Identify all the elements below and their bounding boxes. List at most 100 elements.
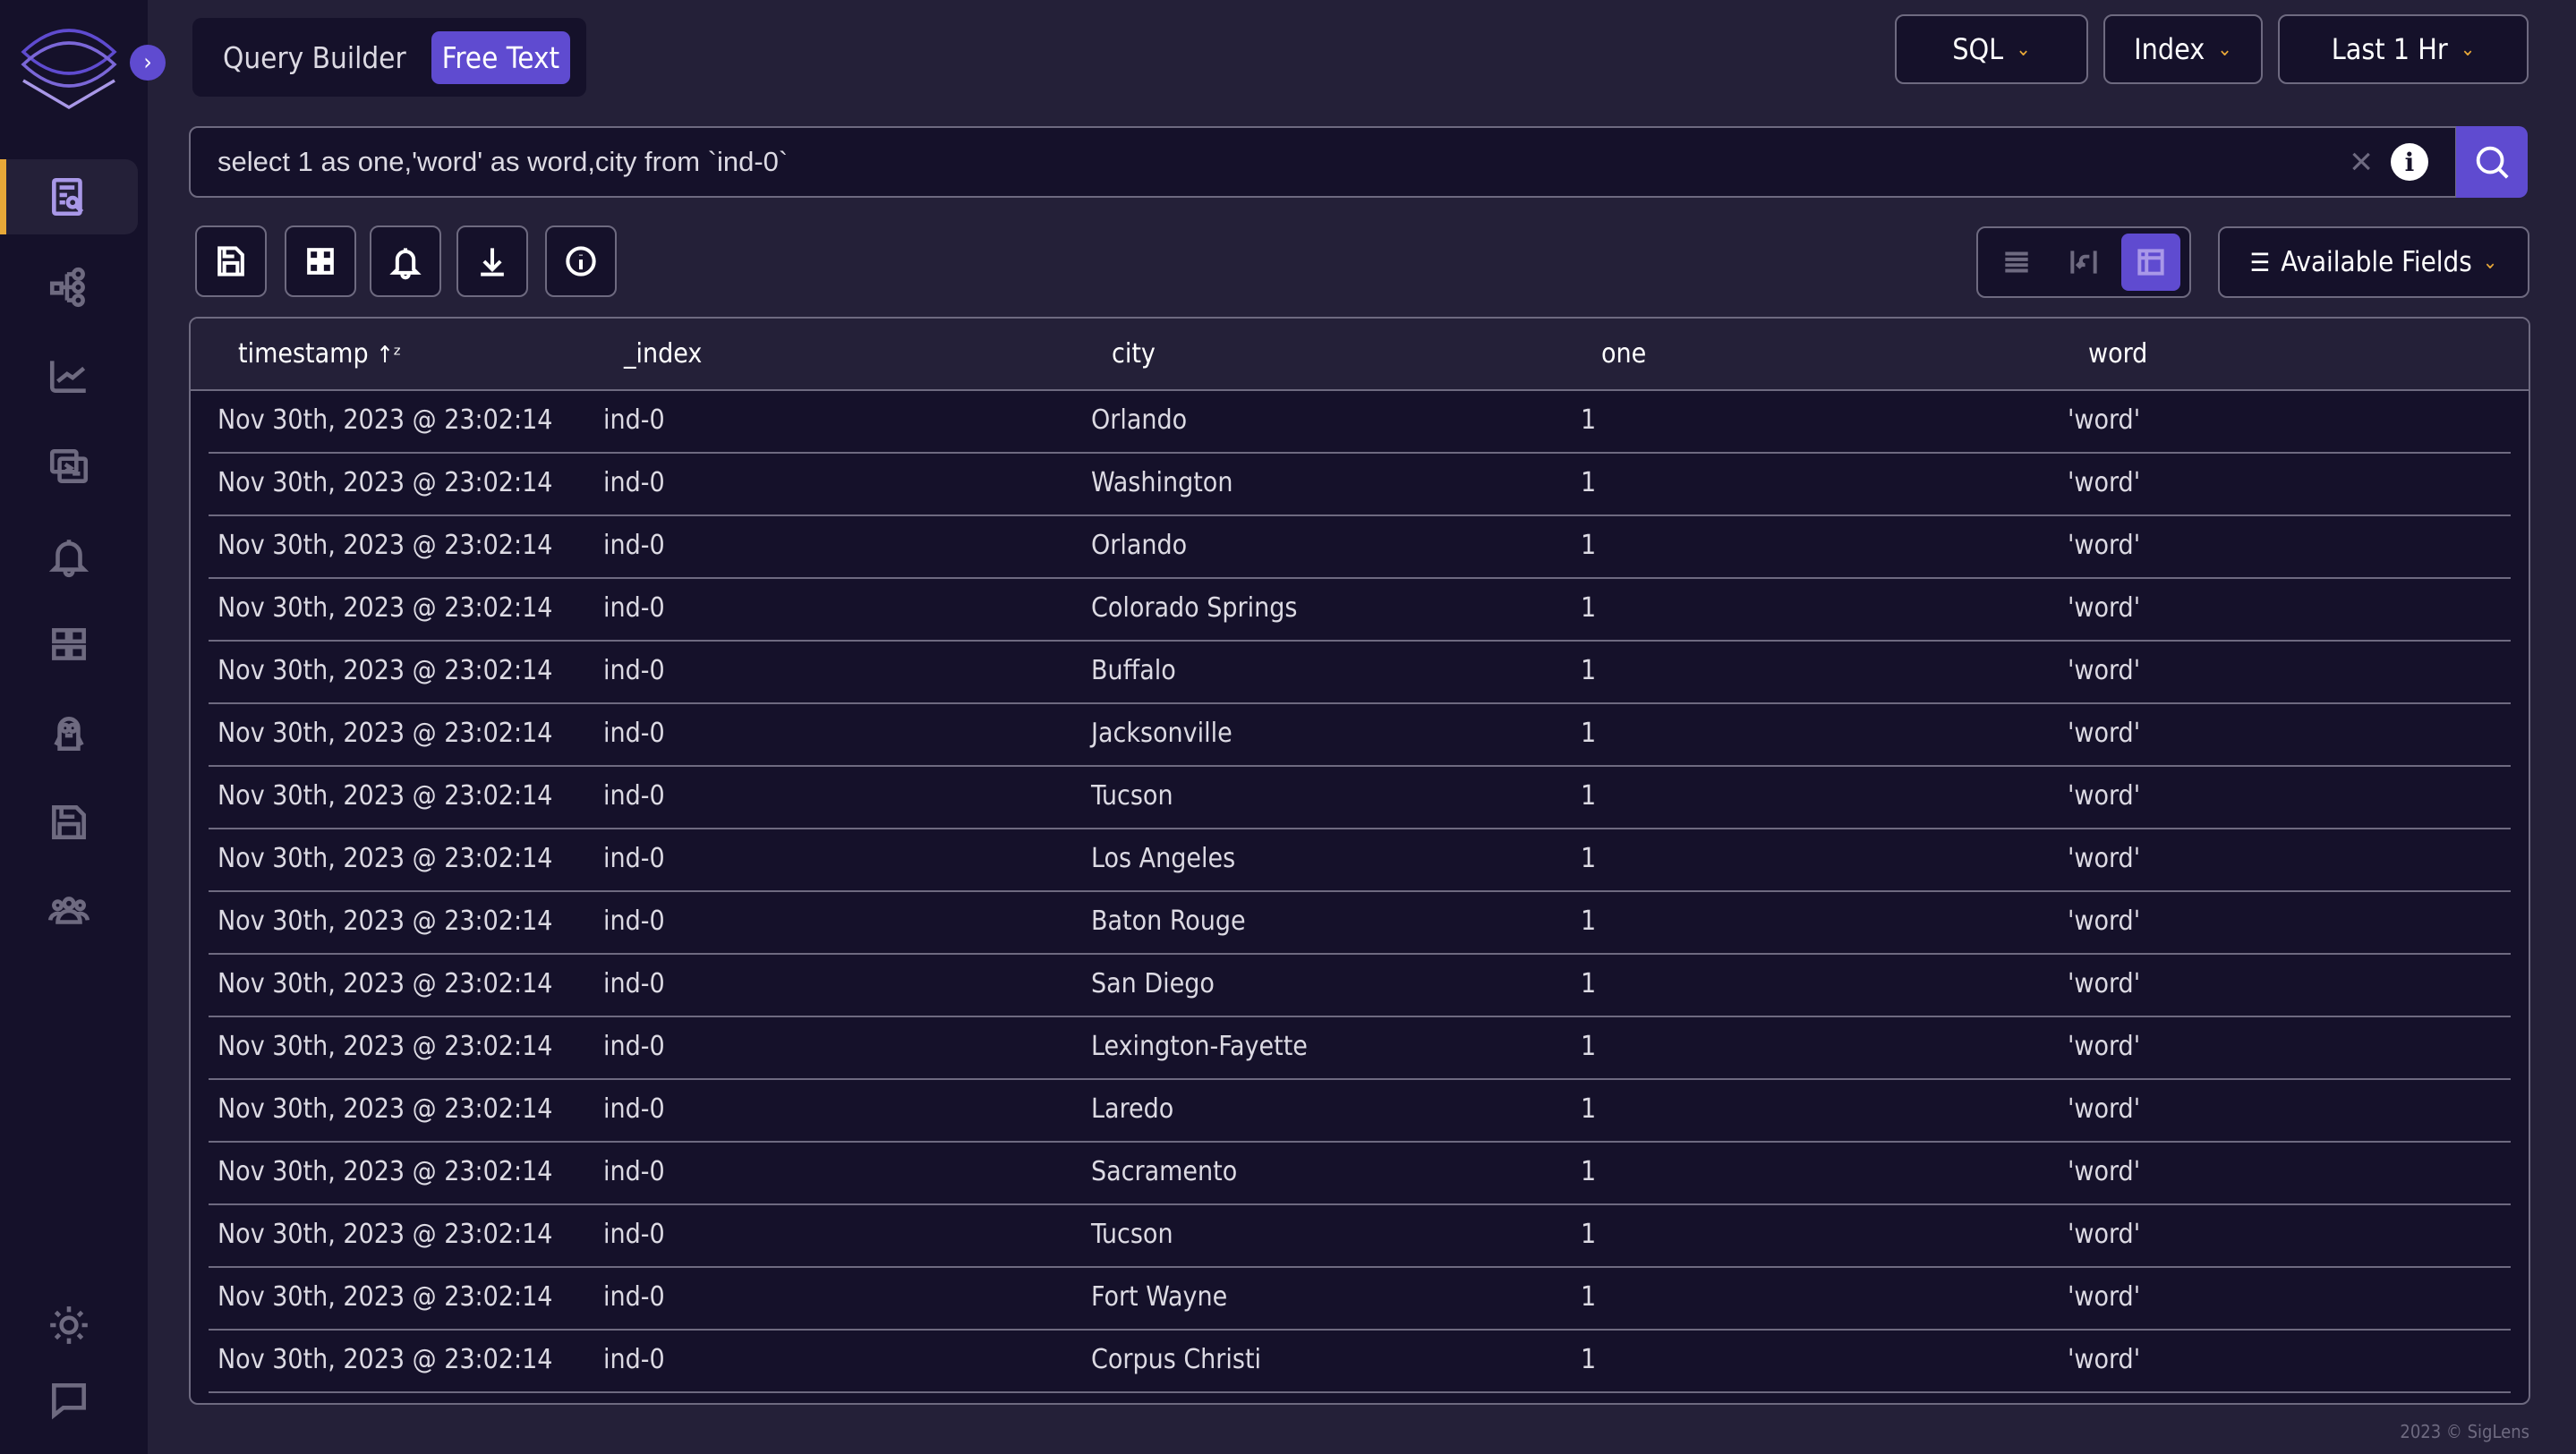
table-row[interactable]: Nov 30th, 2023 @ 23:02:14 ind-0 Jacksonvil… xyxy=(209,704,2511,767)
save-query-button[interactable] xyxy=(195,225,267,297)
single-line-view-button[interactable] xyxy=(1987,234,2046,291)
table-row[interactable]: Nov 30th, 2023 @ 23:02:14 ind-0 Orlando 1 'w… xyxy=(209,516,2511,579)
cell-one: 1 xyxy=(1581,655,1597,686)
table-row[interactable]: Nov 30th, 2023 @ 23:02:14 ind-0 Laredo 1 'wo… xyxy=(209,1080,2511,1143)
cell-timestamp: Nov 30th, 2023 @ 23:02:14 xyxy=(218,592,553,624)
cell-one: 1 xyxy=(1581,1031,1597,1062)
cell-city: Washington xyxy=(1091,467,1233,498)
sort-icon[interactable]: ↑ᶻ xyxy=(376,342,401,369)
table-header: timestamp ↑ᶻ _index city one word xyxy=(191,319,2529,391)
sidebar-item-live-tail[interactable] xyxy=(0,429,138,504)
table-row[interactable]: Nov 30th, 2023 @ 23:02:14 ind-0 Los Angele… xyxy=(209,829,2511,892)
cell-timestamp: Nov 30th, 2023 @ 23:02:14 xyxy=(218,1219,553,1250)
theme-toggle[interactable] xyxy=(0,1288,138,1363)
grid-icon xyxy=(307,248,334,275)
table-row[interactable]: Nov 30th, 2023 @ 23:02:14 ind-0 Lexington-… xyxy=(209,1017,2511,1080)
query-input[interactable]: select 1 as one,'word' as word,city from… xyxy=(189,126,2457,198)
expand-sidebar-button[interactable]: › xyxy=(130,45,166,81)
available-fields-dropdown[interactable]: ☰ Available Fields ⌄ xyxy=(2218,226,2529,298)
table-row[interactable]: Nov 30th, 2023 @ 23:02:14 ind-0 Washington… xyxy=(209,454,2511,516)
column-header-timestamp[interactable]: timestamp ↑ᶻ xyxy=(238,338,401,370)
index-dropdown[interactable]: Index ⌄ xyxy=(2103,14,2263,84)
cell-word: 'word' xyxy=(2068,1156,2141,1187)
siglens-logo[interactable] xyxy=(20,27,118,112)
sidebar-item-alerts[interactable] xyxy=(0,519,138,594)
chat-button[interactable] xyxy=(0,1363,138,1438)
table-row[interactable]: Nov 30th, 2023 @ 23:02:14 ind-0 Buffalo 1 'w… xyxy=(209,642,2511,704)
sidebar-item-service-graph[interactable] xyxy=(0,250,138,325)
wrap-icon xyxy=(2070,251,2097,274)
chevron-down-icon: ⌄ xyxy=(2217,38,2232,61)
cell-index: ind-0 xyxy=(603,1031,665,1062)
bell-icon xyxy=(48,540,90,578)
info-icon[interactable]: i xyxy=(2391,143,2428,181)
column-header-city[interactable]: city xyxy=(1112,338,1156,370)
search-icon xyxy=(2476,146,2509,179)
cell-city: Tucson xyxy=(1091,780,1173,812)
cell-timestamp: Nov 30th, 2023 @ 23:02:14 xyxy=(218,530,553,561)
download-button[interactable] xyxy=(456,225,528,297)
save-icon xyxy=(218,246,244,276)
column-header-one[interactable]: one xyxy=(1601,338,1646,370)
cell-word: 'word' xyxy=(2068,655,2141,686)
cell-index: ind-0 xyxy=(603,780,665,812)
cell-word: 'word' xyxy=(2068,906,2141,937)
table-row[interactable]: Nov 30th, 2023 @ 23:02:14 ind-0 Baton Roug… xyxy=(209,892,2511,955)
sidebar-item-minion[interactable] xyxy=(0,696,138,771)
create-alert-button[interactable] xyxy=(370,225,441,297)
cell-index: ind-0 xyxy=(603,655,665,686)
cell-word: 'word' xyxy=(2068,1281,2141,1313)
cell-city: Colorado Springs xyxy=(1091,592,1298,624)
wrap-view-button[interactable] xyxy=(2054,234,2113,291)
sidebar-item-saved-queries[interactable] xyxy=(0,785,138,860)
sidebar-item-users[interactable] xyxy=(0,873,138,948)
cell-timestamp: Nov 30th, 2023 @ 23:02:14 xyxy=(218,968,553,999)
cell-timestamp: Nov 30th, 2023 @ 23:02:14 xyxy=(218,404,553,436)
cell-index: ind-0 xyxy=(603,1156,665,1187)
table-view-button[interactable] xyxy=(2120,234,2180,291)
cell-city: San Diego xyxy=(1091,968,1215,999)
cell-city: Laredo xyxy=(1091,1093,1174,1125)
hierarchy-icon xyxy=(49,267,85,308)
cell-one: 1 xyxy=(1581,1344,1597,1375)
cell-timestamp: Nov 30th, 2023 @ 23:02:14 xyxy=(218,1281,553,1313)
sidebar-item-dashboards[interactable] xyxy=(0,608,138,683)
chevron-down-icon: ⌄ xyxy=(2482,251,2498,274)
cell-timestamp: Nov 30th, 2023 @ 23:02:14 xyxy=(218,467,553,498)
cell-city: Los Angeles xyxy=(1091,843,1236,874)
add-to-dashboard-button[interactable] xyxy=(285,225,356,297)
table-row[interactable]: Nov 30th, 2023 @ 23:02:14 ind-0 Corpus Chr… xyxy=(209,1331,2511,1393)
sidebar-item-metrics[interactable] xyxy=(0,338,138,413)
column-header-word[interactable]: word xyxy=(2088,338,2147,370)
run-search-button[interactable] xyxy=(2456,126,2528,198)
sidebar-item-logs-search[interactable] xyxy=(0,159,138,234)
table-row[interactable]: Nov 30th, 2023 @ 23:02:14 ind-0 Orlando 1 'w… xyxy=(209,391,2511,454)
chevron-down-icon: ⌄ xyxy=(2460,38,2476,61)
column-header-index[interactable]: _index xyxy=(624,338,702,370)
save-icon xyxy=(52,805,86,839)
table-row[interactable]: Nov 30th, 2023 @ 23:02:14 ind-0 Tucson 1 'wo… xyxy=(209,1205,2511,1268)
query-language-dropdown[interactable]: SQL ⌄ xyxy=(1895,14,2088,84)
table-row[interactable]: Nov 30th, 2023 @ 23:02:14 ind-0 Sacramento… xyxy=(209,1143,2511,1205)
time-range-dropdown[interactable]: Last 1 Hr ⌄ xyxy=(2278,14,2529,84)
query-text[interactable]: select 1 as one,'word' as word,city from… xyxy=(218,146,2350,178)
table-row[interactable]: Nov 30th, 2023 @ 23:02:14 ind-0 San Diego 1… xyxy=(209,955,2511,1017)
query-info-button[interactable] xyxy=(545,225,617,297)
cell-city: Tucson xyxy=(1091,1219,1173,1250)
cell-city: Buffalo xyxy=(1091,655,1176,686)
cell-word: 'word' xyxy=(2068,780,2141,812)
table-row[interactable]: Nov 30th, 2023 @ 23:02:14 ind-0 Tucson 1 'wo… xyxy=(209,767,2511,829)
table-row[interactable]: Nov 30th, 2023 @ 23:02:14 ind-0 Fort Wayne… xyxy=(209,1268,2511,1331)
cell-one: 1 xyxy=(1581,1093,1597,1125)
minion-icon xyxy=(54,717,84,751)
cell-timestamp: Nov 30th, 2023 @ 23:02:14 xyxy=(218,718,553,749)
clear-icon[interactable]: × xyxy=(2350,140,2373,184)
table-row[interactable]: Nov 30th, 2023 @ 23:02:14 ind-0 Colorado S… xyxy=(209,579,2511,642)
view-mode-toggle xyxy=(1976,226,2191,298)
download-icon xyxy=(481,248,504,276)
cell-timestamp: Nov 30th, 2023 @ 23:02:14 xyxy=(218,1031,553,1062)
tab-free-text[interactable]: Free Text xyxy=(431,30,571,84)
tab-query-builder[interactable]: Query Builder xyxy=(223,40,406,75)
cell-timestamp: Nov 30th, 2023 @ 23:02:14 xyxy=(218,843,553,874)
cell-index: ind-0 xyxy=(603,1219,665,1250)
